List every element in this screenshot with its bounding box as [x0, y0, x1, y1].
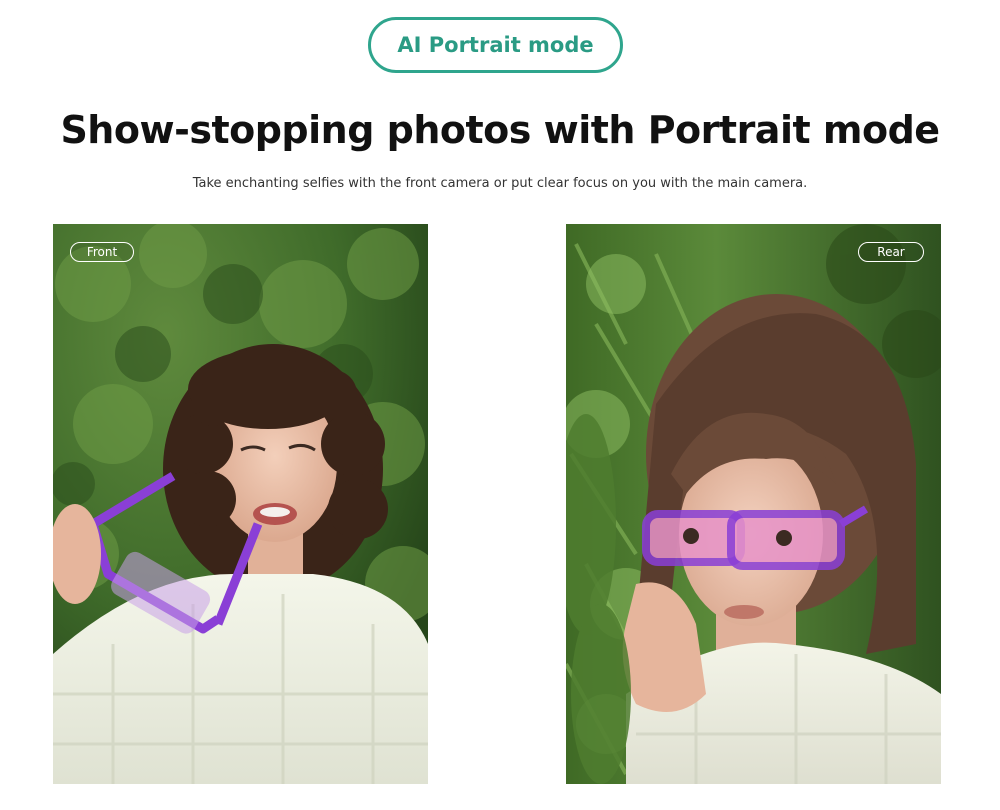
front-camera-tag-label: Front: [86, 244, 118, 259]
rear-camera-photo: Rear: [566, 224, 941, 784]
front-photo-image: [53, 224, 428, 784]
ai-portrait-mode-button[interactable]: AI Portrait mode: [368, 17, 623, 73]
rear-camera-tag-label: Rear: [877, 244, 905, 259]
front-camera-tag: Front: [70, 242, 134, 262]
ai-portrait-mode-label: AI Portrait mode: [397, 33, 594, 57]
rear-photo-image: [566, 224, 941, 784]
section-subline: Take enchanting selfies with the front c…: [192, 176, 808, 191]
section-headline: Show-stopping photos with Portrait mode: [60, 108, 940, 152]
front-camera-photo: Front: [53, 224, 428, 784]
portrait-mode-section: AI Portrait mode Show-stopping photos wi…: [0, 0, 1000, 810]
rear-camera-tag: Rear: [858, 242, 924, 262]
